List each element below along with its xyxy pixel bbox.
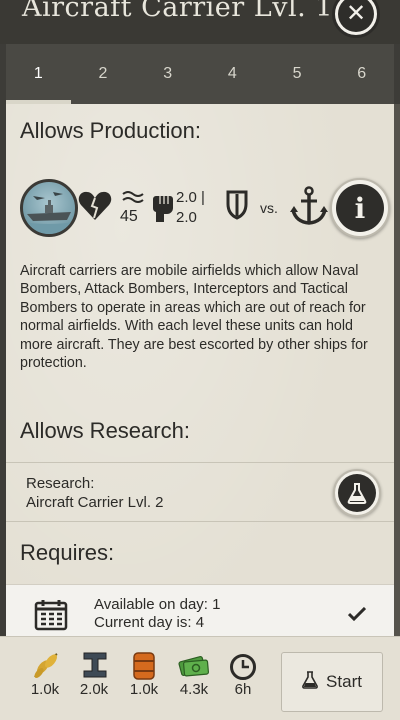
header: Aircraft Carrier Lvl. 1 ✕ xyxy=(0,0,400,44)
armor-icon xyxy=(226,190,248,225)
info-button[interactable]: i xyxy=(330,178,390,238)
side-strip xyxy=(394,104,400,720)
cost-steel-value: 2.0k xyxy=(79,681,109,698)
speed-icon xyxy=(122,190,144,209)
unit-description: Aircraft carriers are mobile airfields w… xyxy=(20,263,368,372)
requirement-row: Available on day: 1 Current day is: 4 xyxy=(6,584,394,640)
money-icon xyxy=(178,653,210,684)
page-title: Aircraft Carrier Lvl. 1 xyxy=(22,0,333,23)
calendar-icon xyxy=(34,599,68,636)
research-button[interactable] xyxy=(333,469,381,517)
research-text: Research: Aircraft Carrier Lvl. 2 xyxy=(26,474,164,512)
check-icon xyxy=(347,606,367,626)
speed-value: 45 xyxy=(120,208,138,225)
tab-level-5[interactable]: 5 xyxy=(265,44,330,104)
fist-icon xyxy=(150,192,176,229)
start-button-label: Start xyxy=(326,672,362,691)
available-day: Available on day: 1 xyxy=(94,596,221,613)
research-label: Research: xyxy=(26,475,95,492)
close-button[interactable]: ✕ xyxy=(332,0,380,38)
start-button[interactable]: Start xyxy=(281,652,383,712)
info-icon: i xyxy=(336,184,384,232)
attack-value-bottom: 2.0 xyxy=(176,209,197,226)
tab-level-6[interactable]: 6 xyxy=(329,44,394,104)
research-row[interactable]: Research: Aircraft Carrier Lvl. 2 xyxy=(6,462,394,522)
flask-icon xyxy=(338,474,376,512)
level-tabs: 1 2 3 4 5 6 xyxy=(6,44,394,104)
attack-values: 2.0 | 2.0 xyxy=(176,188,205,228)
vs-label: vs. xyxy=(260,200,278,216)
health-icon xyxy=(78,190,112,227)
current-day: Current day is: 4 xyxy=(94,614,205,631)
supplies-icon xyxy=(31,651,61,684)
requires-heading: Requires: xyxy=(20,540,115,565)
cost-supplies-value: 1.0k xyxy=(30,681,60,698)
anchor-icon xyxy=(290,186,328,231)
cost-time-value: 6h xyxy=(234,681,252,698)
tab-level-1[interactable]: 1 xyxy=(6,44,71,104)
unit-portrait[interactable] xyxy=(20,179,78,237)
requirement-text: Available on day: 1 Current day is: 4 xyxy=(94,596,220,632)
cost-money-value: 4.3k xyxy=(179,681,209,698)
flask-icon xyxy=(302,670,318,694)
production-heading: Allows Production: xyxy=(20,118,201,143)
tab-level-2[interactable]: 2 xyxy=(71,44,136,104)
cost-oil-value: 1.0k xyxy=(129,681,159,698)
tab-level-4[interactable]: 4 xyxy=(200,44,265,104)
steel-icon xyxy=(82,651,108,684)
cost-bar: 1.0k 2.0k 1.0k 4.3k 6h Start xyxy=(0,636,400,720)
attack-value-top: 2.0 | xyxy=(176,189,205,206)
research-item: Aircraft Carrier Lvl. 2 xyxy=(26,494,164,511)
content-panel[interactable]: Allows Production: 45 2.0 | 2.0 vs. i Ai… xyxy=(6,104,394,720)
tab-level-3[interactable]: 3 xyxy=(135,44,200,104)
research-heading: Allows Research: xyxy=(20,418,190,443)
close-icon: ✕ xyxy=(338,0,374,32)
